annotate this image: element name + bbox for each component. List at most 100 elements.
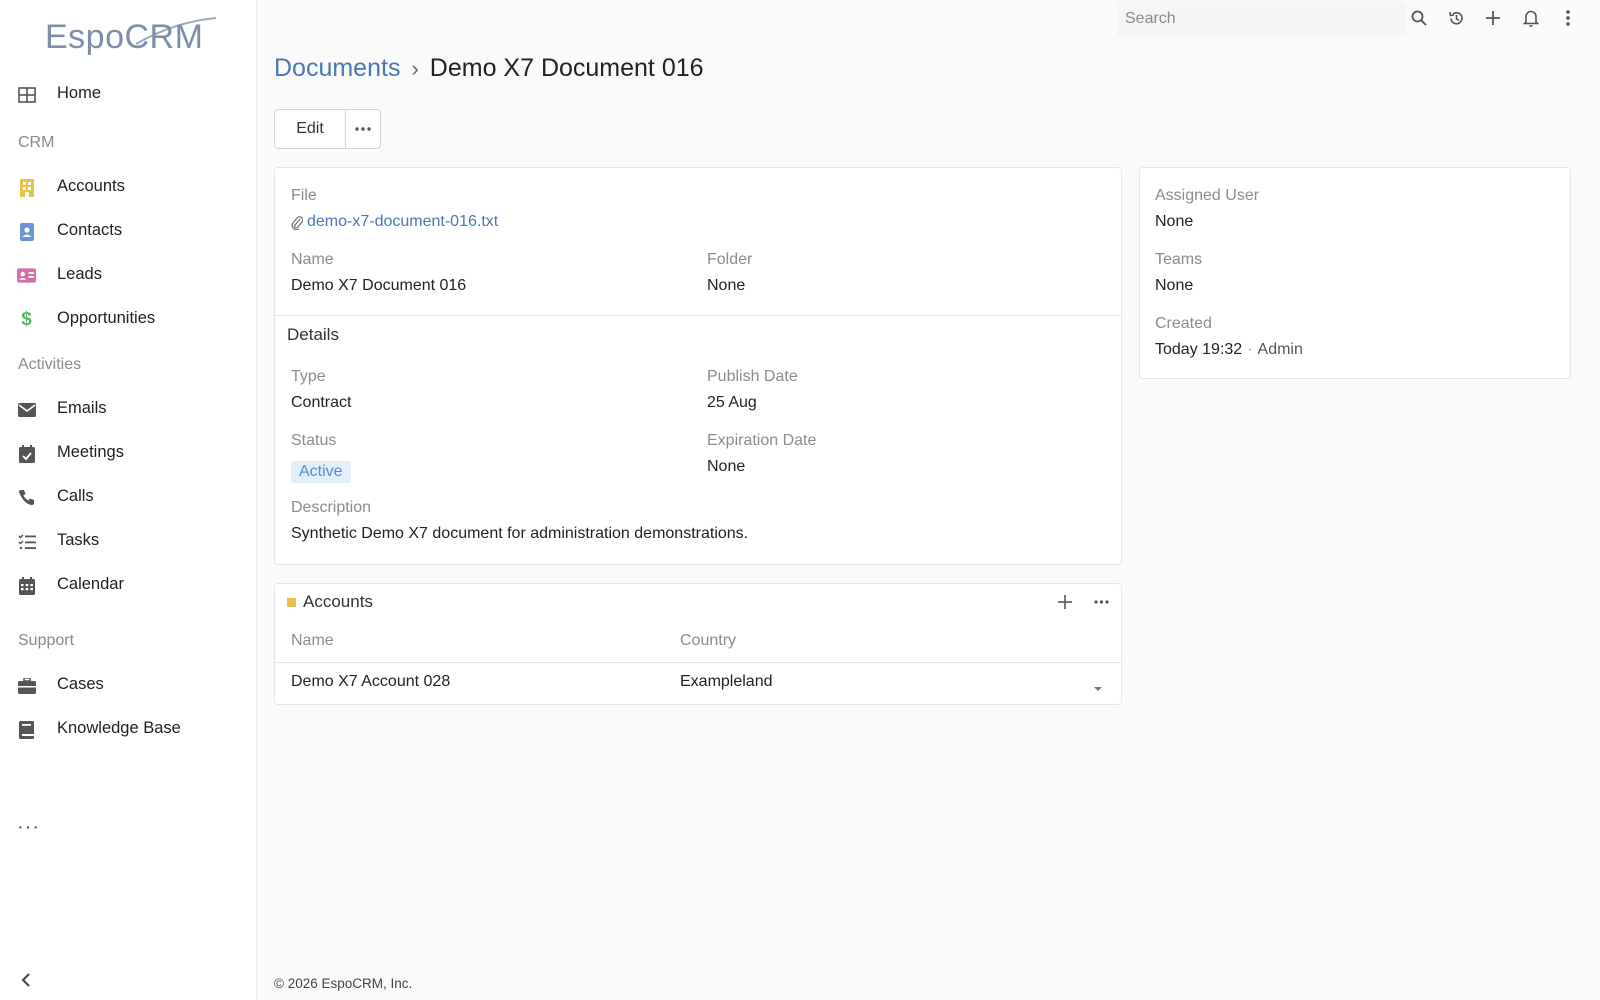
contact-card-icon xyxy=(17,222,36,241)
name-value: Demo X7 Document 016 xyxy=(291,277,467,294)
sidebar-item-tasks[interactable]: Tasks xyxy=(0,521,256,561)
folder-value: None xyxy=(707,277,746,294)
column-header-country: Country xyxy=(680,632,737,649)
accounts-panel-menu-icon[interactable] xyxy=(1091,592,1111,612)
calendar-icon xyxy=(17,576,36,595)
search-icon[interactable] xyxy=(1408,7,1430,29)
details-section-title: Details xyxy=(287,325,339,344)
created-label: Created xyxy=(1155,315,1212,332)
footer-copyright: © 2026 EspoCRM, Inc. xyxy=(274,976,413,991)
account-country: Exampleland xyxy=(680,673,773,690)
sidebar-item-leads[interactable]: Leads xyxy=(0,255,256,295)
collapse-sidebar-icon[interactable] xyxy=(16,970,36,990)
status-badge: Active xyxy=(291,461,351,483)
calendar-check-icon xyxy=(17,444,36,463)
logo-text: EspoCRM xyxy=(45,18,204,56)
sidebar-item-label: Home xyxy=(57,84,102,102)
accounts-panel-title: Accounts xyxy=(303,592,373,611)
description-value: Synthetic Demo X7 document for administr… xyxy=(291,525,749,542)
expiration-date-value: None xyxy=(707,458,746,475)
table-row: Demo X7 Account 028 Exampleland xyxy=(275,663,1121,704)
row-actions-caret-icon[interactable] xyxy=(1093,679,1105,691)
paperclip-icon xyxy=(291,215,303,230)
sidebar-item-label: Calls xyxy=(57,487,94,505)
teams-label: Teams xyxy=(1155,251,1203,268)
record-actions: Edit xyxy=(274,109,381,149)
expiration-date-label: Expiration Date xyxy=(707,432,817,449)
sidebar: EspoCRM Home CRM Accounts Contacts Leads… xyxy=(0,0,257,1000)
phone-icon xyxy=(17,488,36,507)
kebab-menu-icon[interactable] xyxy=(1557,7,1579,29)
ellipsis-icon xyxy=(355,127,371,131)
bell-icon[interactable] xyxy=(1520,7,1542,29)
sidebar-item-label: Cases xyxy=(57,675,104,693)
home-grid-icon xyxy=(17,85,36,104)
column-header-name[interactable]: Name xyxy=(291,632,334,650)
edit-button[interactable]: Edit xyxy=(274,109,346,149)
sidebar-item-label: Contacts xyxy=(57,221,123,239)
file-label: File xyxy=(291,187,317,204)
sidebar-more-button[interactable]: ··· xyxy=(17,816,40,839)
description-label: Description xyxy=(291,499,372,516)
app-logo[interactable]: EspoCRM xyxy=(44,14,224,62)
side-info-panel: Assigned User None Teams None Created To… xyxy=(1139,167,1571,379)
status-label: Status xyxy=(291,432,337,449)
history-icon[interactable] xyxy=(1445,7,1467,29)
folder-label: Folder xyxy=(707,251,753,268)
assigned-user-value: None xyxy=(1155,213,1194,230)
type-label: Type xyxy=(291,368,326,385)
id-card-icon xyxy=(17,266,36,285)
sidebar-item-calls[interactable]: Calls xyxy=(0,477,256,517)
dollar-icon: $ xyxy=(21,308,32,330)
account-name-link[interactable]: Demo X7 Account 028 xyxy=(291,673,450,691)
file-name: demo-x7-document-016.txt xyxy=(307,213,499,230)
name-label: Name xyxy=(291,251,334,268)
created-by-link[interactable]: Admin xyxy=(1258,341,1303,358)
plus-icon[interactable] xyxy=(1482,7,1504,29)
sidebar-item-accounts[interactable]: Accounts xyxy=(0,167,256,207)
file-link[interactable]: demo-x7-document-016.txt xyxy=(291,213,498,231)
sidebar-item-emails[interactable]: Emails xyxy=(0,389,256,429)
created-time: Today 19:32 xyxy=(1155,341,1243,358)
add-account-plus-icon[interactable] xyxy=(1055,592,1075,612)
sidebar-item-contacts[interactable]: Contacts xyxy=(0,211,256,251)
briefcase-icon xyxy=(17,676,36,695)
sidebar-item-label: Emails xyxy=(57,399,107,417)
sidebar-item-cases[interactable]: Cases xyxy=(0,665,256,705)
sidebar-item-label: Knowledge Base xyxy=(57,719,181,737)
global-search[interactable] xyxy=(1117,1,1407,36)
sidebar-item-label: Tasks xyxy=(57,531,100,549)
book-icon xyxy=(17,720,36,739)
page-title: Demo X7 Document 016 xyxy=(429,54,704,82)
more-actions-button[interactable] xyxy=(346,109,381,149)
sidebar-item-knowledge-base[interactable]: Knowledge Base xyxy=(0,709,256,749)
sidebar-item-label: Opportunities xyxy=(57,309,156,327)
assigned-user-label: Assigned User xyxy=(1155,187,1260,204)
publish-date-value: 25 Aug xyxy=(707,394,757,411)
envelope-icon xyxy=(17,400,36,419)
document-detail-panel: File demo-x7-document-016.txt Name Demo … xyxy=(274,167,1122,565)
panel-divider xyxy=(275,315,1121,316)
breadcrumb-separator: › xyxy=(411,55,419,81)
sidebar-item-label: Accounts xyxy=(57,177,125,195)
sidebar-item-home[interactable]: Home xyxy=(0,74,256,114)
created-separator: · xyxy=(1247,341,1253,358)
sidebar-item-opportunities[interactable]: $ Opportunities xyxy=(0,299,256,339)
type-value: Contract xyxy=(291,394,352,411)
created-value: Today 19:32 · Admin xyxy=(1155,341,1303,359)
sidebar-item-label: Leads xyxy=(57,265,102,283)
sidebar-item-label: Calendar xyxy=(57,575,124,593)
sidebar-group-crm: CRM xyxy=(18,134,55,151)
breadcrumb: Documents › Demo X7 Document 016 xyxy=(274,54,704,83)
breadcrumb-documents-link[interactable]: Documents xyxy=(274,54,400,83)
teams-value: None xyxy=(1155,277,1194,294)
accounts-color-marker xyxy=(287,598,296,607)
sidebar-item-label: Meetings xyxy=(57,443,124,461)
publish-date-label: Publish Date xyxy=(707,368,798,385)
sidebar-group-activities: Activities xyxy=(18,356,82,373)
accounts-relationship-panel: Accounts Name Country Demo X7 Account 02… xyxy=(274,583,1122,705)
search-input[interactable] xyxy=(1117,1,1407,36)
sidebar-item-meetings[interactable]: Meetings xyxy=(0,433,256,473)
building-icon xyxy=(17,178,36,197)
sidebar-item-calendar[interactable]: Calendar xyxy=(0,565,256,605)
